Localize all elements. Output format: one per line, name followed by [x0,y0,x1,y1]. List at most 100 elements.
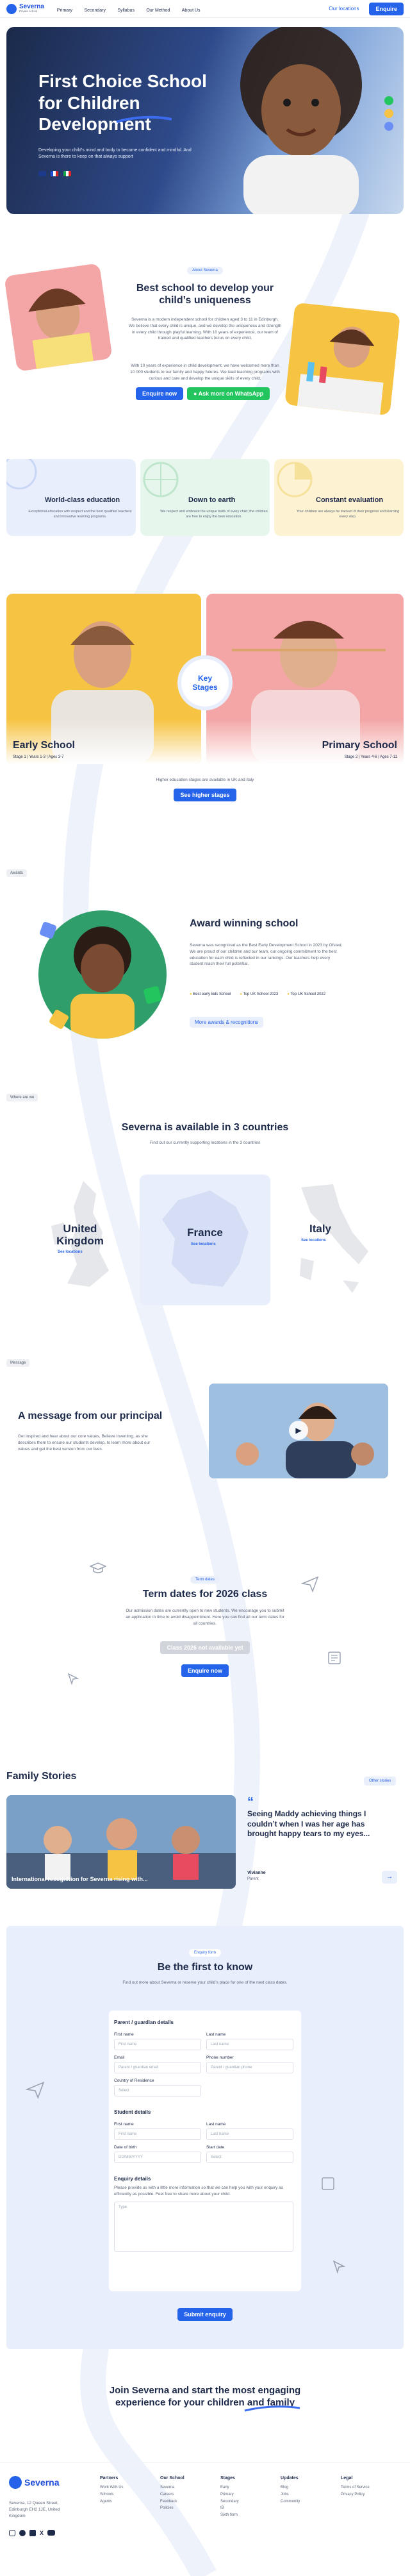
enquire-header-button[interactable]: Enquire [369,2,404,15]
student-first-name-input[interactable]: First name [114,2129,201,2140]
footer-link[interactable]: Community [281,2498,300,2505]
globe-icon [143,462,179,498]
footer-link[interactable]: Sixth form [220,2512,239,2519]
intro-paragraph-1: Severna is a modern independent school f… [128,317,282,341]
footer-link[interactable]: Careers [160,2491,184,2498]
country-france[interactable]: France See locations [140,1175,270,1305]
more-awards-button[interactable]: More awards & recognitions [190,1017,264,1028]
principal-video[interactable]: ▶ [209,1384,388,1478]
hero-title-underline [116,115,172,123]
footer-link[interactable]: Terms of Service [341,2484,370,2491]
class-not-available-button: Class 2026 not available yet [160,1641,250,1654]
footer-link[interactable]: Primary [220,2491,239,2498]
feature-card-down-to-earth: Down to earth We respect and embrace the… [140,459,270,536]
footer-link[interactable]: Feedback [160,2498,184,2505]
award-item: ● Best early kids School [190,992,231,996]
higher-stages-note: Higher education stages are available in… [156,778,254,782]
country-italy[interactable]: Italy See locations [282,1175,378,1305]
feature-card-world-class: World-class education Exceptional educat… [6,459,136,536]
enquiry-details-textarea[interactable]: Type [114,2202,293,2252]
youtube-icon[interactable] [47,2530,56,2536]
enquire-now-button[interactable]: Enquire now [136,387,183,400]
footer-link[interactable]: Work With Us [100,2484,124,2491]
footer-col-our-school: Our School Severna Careers Feedback Poli… [160,2476,184,2512]
parent-phone-input[interactable]: Parent / guardian phone [206,2062,293,2073]
enquiry-details-heading: Enquiry details [114,2176,151,2182]
footer-link[interactable]: Privacy Policy [341,2491,370,2498]
date-of-birth-input[interactable]: DD/MM/YYYY [114,2152,201,2163]
uk-flag-icon[interactable] [38,171,46,176]
footer-link[interactable]: Early [220,2484,239,2491]
whatsapp-icon: ● [193,390,199,397]
chat-icon[interactable] [384,122,393,131]
footer-link[interactable]: Blog [281,2484,300,2491]
next-story-arrow-icon[interactable]: → [382,1871,397,1884]
severna-logo-icon [6,3,17,14]
message-description: Get inspired and hear about our core val… [18,1434,151,1451]
nav-secondary[interactable]: Secondary [85,8,106,13]
footer-cta-underline [244,2405,300,2412]
france-flag-icon[interactable] [51,171,59,176]
whatsapp-button[interactable]: ● Ask more on WhatsApp [187,387,270,400]
country-select[interactable]: Select [114,2085,201,2096]
countries-subtitle: Find out our currently supporting locati… [149,1141,261,1145]
nav-primary[interactable]: Primary [57,8,72,13]
top-navigation: Severna Private school Primary Secondary… [0,0,410,18]
parent-first-name-input[interactable]: First name [114,2039,201,2050]
where-are-we-tag: Where are we [6,1094,38,1101]
parent-last-name-input[interactable]: Last name [206,2039,293,2050]
footer-link[interactable]: Agents [100,2498,124,2505]
term-dates-pill: Term dates [190,1576,220,1584]
other-stories-button[interactable]: Other stories [364,1777,397,1786]
stage-card-primary[interactable]: Primary School Stage 2 | Years 4-6 | Age… [206,594,404,764]
start-date-select[interactable]: Select [206,2152,293,2163]
story-video-caption: International recognition for Severna ri… [12,1876,148,1882]
main-nav: Primary Secondary Syllabus Our Method Ab… [57,3,209,15]
key-stages-badge: Key Stages [177,655,233,710]
country-uk[interactable]: United Kingdom See locations [38,1175,135,1305]
footer-link[interactable]: Policies [160,2505,184,2512]
hero-title: First Choice School for Children Develop… [38,71,207,135]
nav-our-method[interactable]: Our Method [146,8,170,13]
phone-icon[interactable] [384,109,393,118]
see-higher-stages-button[interactable]: See higher stages [174,789,236,801]
footer-link[interactable]: Jobs [281,2491,300,2498]
x-icon[interactable]: X [40,2530,44,2536]
facebook-icon[interactable] [19,2530,26,2536]
footer-col-legal: Legal Terms of Service Privacy Policy [341,2476,370,2498]
student-last-name-input[interactable]: Last name [206,2129,293,2140]
linkedin-icon[interactable] [29,2530,36,2536]
footer-address: Severna, 12 Queen Street, Edinburgh EH2 … [9,2501,60,2518]
submit-enquiry-button[interactable]: Submit enquiry [177,2308,233,2321]
brand-subtitle: Private school [19,10,38,13]
book-icon [322,2177,334,2190]
message-title: A message from our principal [18,1410,163,1421]
france-map-icon [162,1191,249,1287]
footer-col-partners: Partners Work With Us Schools Agents [100,2476,124,2505]
footer-logo-icon [9,2476,22,2489]
awards-tag: Awards [6,869,27,877]
nav-about-us[interactable]: About Us [182,8,201,13]
award-item: ● Top UK School 2023 [240,992,279,996]
whatsapp-icon[interactable] [384,96,393,105]
message-tag: Message [6,1359,30,1367]
terms-title: Term dates for 2026 class [142,1589,268,1600]
instagram-icon[interactable] [9,2530,15,2536]
play-icon[interactable]: ▶ [289,1421,308,1440]
intro-paragraph-2: With 10 years of experience in child dev… [130,364,280,381]
footer-link[interactable]: Secondary [220,2498,239,2505]
stage-card-early[interactable]: Early School Stage 1 | Years 1-3 | Ages … [6,594,201,764]
enquiry-description: Find out more about Severna or reserve y… [122,1980,288,1985]
terms-enquire-button[interactable]: Enquire now [181,1664,229,1677]
story-video[interactable]: International recognition for Severna ri… [6,1795,236,1889]
intro-image-right [284,302,400,416]
nav-syllabus[interactable]: Syllabus [117,8,134,13]
footer-link[interactable]: Severna [160,2484,184,2491]
parent-email-input[interactable]: Parent / guardian email [114,2062,201,2073]
our-locations-button[interactable]: Our locations [324,3,364,14]
feature-card-constant-evaluation: Constant evaluation Your children are al… [274,459,404,536]
medal-icon: ● [287,992,290,996]
footer-link[interactable]: IB [220,2505,239,2512]
footer-link[interactable]: Schools [100,2491,124,2498]
italy-flag-icon[interactable] [63,171,71,176]
